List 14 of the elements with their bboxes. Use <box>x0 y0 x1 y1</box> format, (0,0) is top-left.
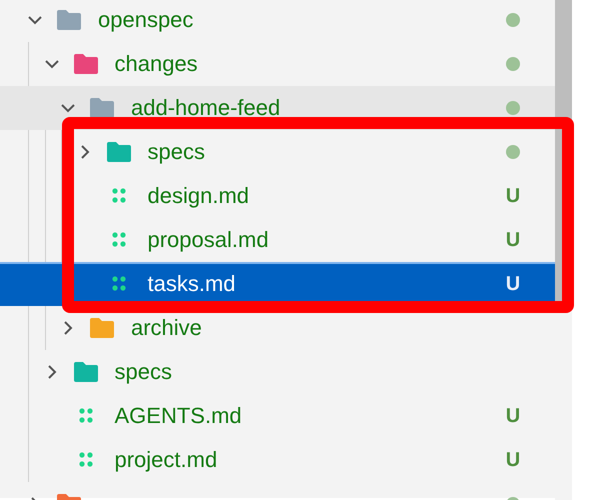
status-label: U <box>506 272 520 296</box>
file-row[interactable]: AGENTS.md U <box>0 394 555 438</box>
status-label: U <box>506 448 520 472</box>
status-label: U <box>506 228 520 252</box>
status-label: U <box>506 184 520 208</box>
file-row[interactable]: proposal.md U <box>0 218 555 262</box>
folder-row[interactable]: specs <box>0 130 555 174</box>
file-row[interactable]: project.md U <box>0 438 555 482</box>
folder-row[interactable]: specs <box>0 350 555 394</box>
file-row[interactable]: design.md U <box>0 174 555 218</box>
status-label: U <box>506 404 520 428</box>
folder-row[interactable]: changes <box>0 42 555 86</box>
folder-row[interactable]: archive <box>0 306 555 350</box>
folder-row[interactable]: openspec <box>0 0 555 42</box>
